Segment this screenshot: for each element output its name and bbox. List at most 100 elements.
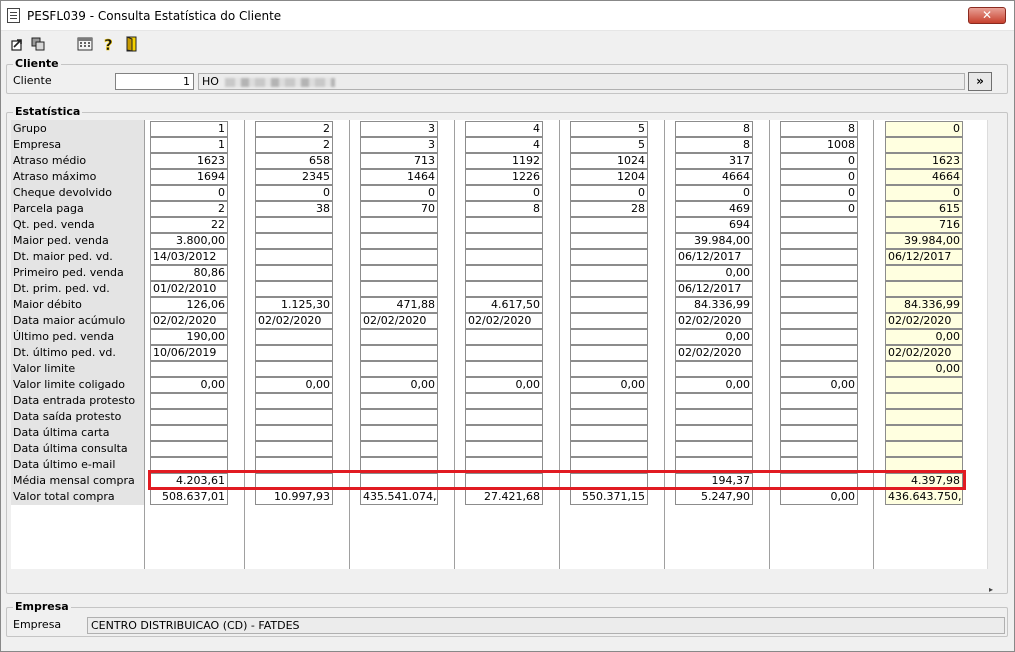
company-cell[interactable]: 70 — [360, 201, 438, 217]
company-cell[interactable]: 8 — [675, 137, 753, 153]
company-cell[interactable] — [570, 297, 648, 313]
company-cell[interactable] — [780, 281, 858, 297]
company-cell[interactable]: 1 — [150, 121, 228, 137]
company-cell[interactable] — [465, 329, 543, 345]
company-cell[interactable] — [465, 265, 543, 281]
company-cell[interactable]: 0,00 — [150, 377, 228, 393]
company-cell[interactable]: 28 — [570, 201, 648, 217]
company-cell[interactable]: 190,00 — [150, 329, 228, 345]
company-cell[interactable]: 4 — [465, 121, 543, 137]
company-cell[interactable] — [255, 409, 333, 425]
company-cell[interactable]: 2 — [150, 201, 228, 217]
company-cell[interactable]: 126,06 — [150, 297, 228, 313]
company-cell[interactable] — [780, 345, 858, 361]
company-cell[interactable]: 01/02/2010 — [150, 281, 228, 297]
company-cell[interactable]: 0 — [570, 185, 648, 201]
company-cell[interactable]: 80,86 — [150, 265, 228, 281]
company-cell[interactable] — [570, 313, 648, 329]
company-cell[interactable]: 27.421,68 — [465, 489, 543, 505]
company-cell[interactable]: 4664 — [675, 169, 753, 185]
company-cell[interactable] — [360, 329, 438, 345]
company-cell[interactable]: 0,00 — [360, 377, 438, 393]
total-cell[interactable]: 4664 — [885, 169, 963, 185]
company-cell[interactable]: 0 — [780, 185, 858, 201]
total-cell[interactable] — [885, 409, 963, 425]
company-cell[interactable]: 8 — [675, 121, 753, 137]
company-cell[interactable] — [780, 217, 858, 233]
company-cell[interactable]: 1008 — [780, 137, 858, 153]
company-cell[interactable] — [780, 441, 858, 457]
company-cell[interactable] — [570, 233, 648, 249]
company-cell[interactable]: 2 — [255, 137, 333, 153]
company-cell[interactable]: 658 — [255, 153, 333, 169]
company-cell[interactable] — [570, 441, 648, 457]
company-cell[interactable] — [570, 249, 648, 265]
company-cell[interactable]: 0 — [780, 169, 858, 185]
scroll-right-arrow-icon[interactable]: ▸ — [989, 585, 993, 594]
company-cell[interactable] — [465, 393, 543, 409]
company-cell[interactable]: 1694 — [150, 169, 228, 185]
total-cell[interactable]: 39.984,00 — [885, 233, 963, 249]
company-cell[interactable] — [675, 441, 753, 457]
company-cell[interactable]: 0 — [360, 185, 438, 201]
total-cell[interactable] — [885, 377, 963, 393]
company-cell[interactable]: 02/02/2020 — [465, 313, 543, 329]
company-cell[interactable] — [570, 409, 648, 425]
company-cell[interactable] — [465, 345, 543, 361]
company-cell[interactable] — [780, 361, 858, 377]
company-cell[interactable] — [360, 249, 438, 265]
company-cell[interactable]: 713 — [360, 153, 438, 169]
company-cell[interactable] — [360, 409, 438, 425]
company-cell[interactable] — [465, 425, 543, 441]
company-cell[interactable] — [675, 409, 753, 425]
total-cell[interactable]: 06/12/2017 — [885, 249, 963, 265]
total-cell[interactable]: 436.643.750,11 — [885, 489, 963, 505]
company-cell[interactable]: 0,00 — [465, 377, 543, 393]
company-cell[interactable] — [570, 361, 648, 377]
company-cell[interactable] — [675, 393, 753, 409]
company-cell[interactable]: 4 — [465, 137, 543, 153]
total-cell[interactable] — [885, 425, 963, 441]
company-cell[interactable]: 84.336,99 — [675, 297, 753, 313]
company-cell[interactable]: 435.541.074,44 — [360, 489, 438, 505]
company-cell[interactable]: 14/03/2012 — [150, 249, 228, 265]
company-cell[interactable] — [780, 425, 858, 441]
total-cell[interactable]: 0,00 — [885, 361, 963, 377]
company-cell[interactable]: 0 — [780, 201, 858, 217]
total-cell[interactable] — [885, 137, 963, 153]
company-cell[interactable] — [255, 329, 333, 345]
total-cell[interactable]: 716 — [885, 217, 963, 233]
company-cell[interactable] — [570, 345, 648, 361]
total-cell[interactable] — [885, 393, 963, 409]
company-cell[interactable]: 694 — [675, 217, 753, 233]
total-cell[interactable]: 615 — [885, 201, 963, 217]
company-cell[interactable]: 0 — [780, 153, 858, 169]
total-cell[interactable]: 02/02/2020 — [885, 313, 963, 329]
company-cell[interactable] — [465, 233, 543, 249]
company-cell[interactable] — [360, 281, 438, 297]
total-cell[interactable]: 02/02/2020 — [885, 345, 963, 361]
company-cell[interactable]: 10.997,93 — [255, 489, 333, 505]
company-cell[interactable] — [465, 281, 543, 297]
company-cell[interactable]: 2345 — [255, 169, 333, 185]
company-cell[interactable] — [780, 393, 858, 409]
company-cell[interactable] — [465, 361, 543, 377]
cliente-lookup-button[interactable]: » — [968, 72, 992, 91]
cliente-code-field[interactable]: 1 — [115, 73, 194, 90]
company-cell[interactable]: 06/12/2017 — [675, 249, 753, 265]
company-cell[interactable]: 0,00 — [675, 329, 753, 345]
total-cell[interactable]: 0 — [885, 121, 963, 137]
company-cell[interactable] — [780, 233, 858, 249]
company-cell[interactable]: 0 — [150, 185, 228, 201]
company-cell[interactable]: 0 — [255, 185, 333, 201]
company-cell[interactable]: 0,00 — [570, 377, 648, 393]
company-cell[interactable]: 39.984,00 — [675, 233, 753, 249]
close-button[interactable]: ✕ — [968, 7, 1006, 24]
company-cell[interactable] — [360, 217, 438, 233]
company-cell[interactable]: 469 — [675, 201, 753, 217]
company-cell[interactable] — [150, 361, 228, 377]
company-cell[interactable] — [780, 409, 858, 425]
company-cell[interactable] — [360, 233, 438, 249]
company-cell[interactable] — [255, 233, 333, 249]
calculator-icon[interactable] — [77, 36, 93, 52]
